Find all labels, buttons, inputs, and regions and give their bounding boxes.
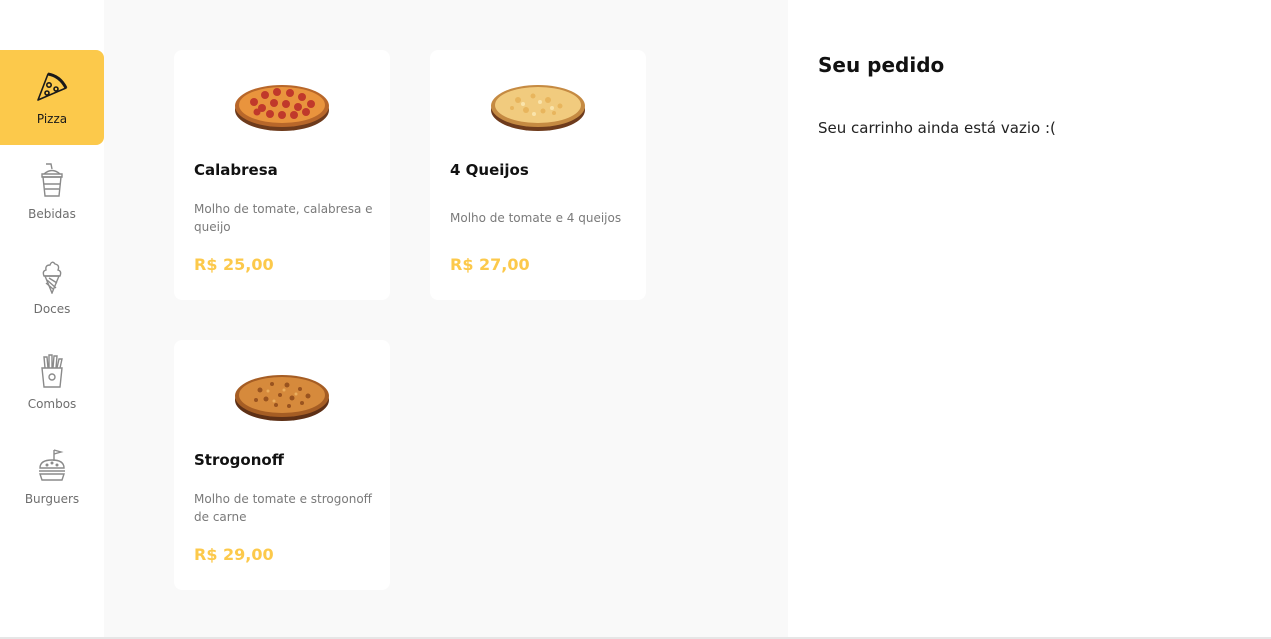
product-card-calabresa[interactable]: Calabresa Molho de tomate, calabresa e q… [174,50,390,300]
fries-icon [32,351,72,391]
ice-cream-icon [32,256,72,296]
product-description: Molho de tomate, calabresa e queijo [194,202,373,234]
product-name: 4 Queijos [450,161,529,179]
sidebar-item-label: Combos [27,397,77,411]
order-cart-panel: Seu pedido Seu carrinho ainda está vazio… [788,0,1271,639]
product-description: Molho de tomate e strogonoff de carne [194,492,372,524]
product-name: Strogonoff [194,451,284,469]
sidebar-item-doces[interactable]: Doces [0,240,104,335]
category-sidebar: Pizza Bebidas Doces Combos Burguers [0,0,104,639]
strogonoff-pizza-image [235,375,329,421]
product-price: R$ 25,00 [194,255,274,274]
pizza-icon [32,66,72,106]
cheese-pizza-image [491,85,585,131]
cart-empty-message: Seu carrinho ainda está vazio :( [818,119,1056,137]
product-price: R$ 27,00 [450,255,530,274]
pepperoni-pizza-image [235,85,329,131]
product-card-strogonoff[interactable]: Strogonoff Molho de tomate e strogonoff … [174,340,390,590]
sidebar-item-burguers[interactable]: Burguers [0,430,104,525]
sidebar-item-label: Burguers [24,492,80,506]
product-grid: Calabresa Molho de tomate, calabresa e q… [104,0,788,639]
sidebar-item-bebidas[interactable]: Bebidas [0,145,104,240]
product-description: Molho de tomate e 4 queijos [450,211,622,225]
sidebar-item-combos[interactable]: Combos [0,335,104,430]
product-card-4-queijos[interactable]: 4 Queijos Molho de tomate e 4 queijos R$… [430,50,646,300]
sidebar-item-pizza[interactable]: Pizza [0,50,104,145]
sidebar-item-label: Pizza [36,112,68,126]
product-name: Calabresa [194,161,278,179]
burger-icon [32,446,72,486]
sidebar-item-label: Doces [33,302,71,316]
cart-title: Seu pedido [818,53,945,77]
sidebar-item-label: Bebidas [28,207,76,221]
drink-icon [32,161,72,201]
product-price: R$ 29,00 [194,545,274,564]
